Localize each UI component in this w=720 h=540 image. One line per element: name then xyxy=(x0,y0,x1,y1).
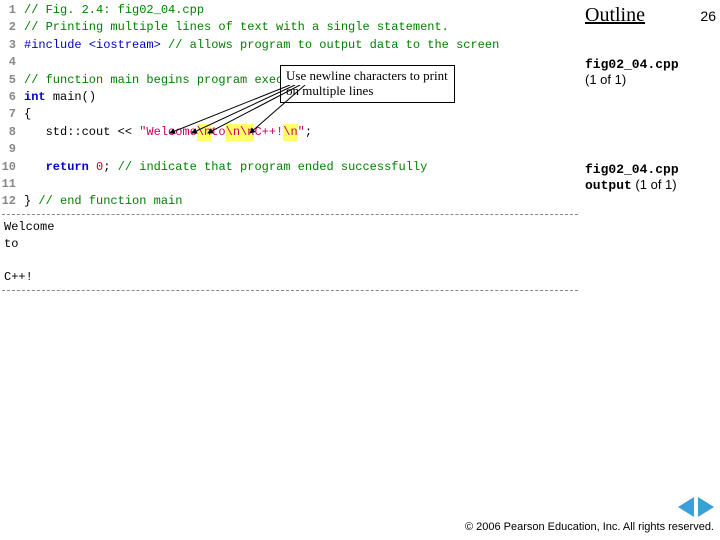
highlight-newline: \n xyxy=(197,124,211,141)
file-count: (1 of 1) xyxy=(585,72,716,87)
code-text: std::cout << xyxy=(24,124,139,141)
code-text: // allows program to output data to the … xyxy=(161,37,499,54)
code-text: // indicate that program ended successfu… xyxy=(118,159,428,176)
footer: © 2006 Pearson Education, Inc. All right… xyxy=(465,497,714,534)
code-line: 11 xyxy=(0,176,580,193)
next-slide-button[interactable] xyxy=(698,497,714,517)
code-text: C++! xyxy=(254,124,283,141)
line-number: 1 xyxy=(0,2,24,19)
code-text: 0 xyxy=(96,159,103,176)
code-text: ; xyxy=(103,159,117,176)
nav-buttons xyxy=(465,497,714,517)
code-text: <iostream> xyxy=(89,37,161,54)
code-text: to xyxy=(211,124,225,141)
program-output: Welcome to C++! xyxy=(2,214,578,291)
code-line: 8 std::cout << "Welcome\nto\n\nC++!\n"; xyxy=(0,124,580,141)
output-caption: fig02_04.cpp output (1 of 1) xyxy=(585,161,716,193)
code-line: 10 return 0; // indicate that program en… xyxy=(0,159,580,176)
file-caption: fig02_04.cpp (1 of 1) xyxy=(585,57,716,87)
code-line: 3 #include <iostream> // allows program … xyxy=(0,37,580,54)
line-number: 8 xyxy=(0,124,24,141)
code-text: // Fig. 2.4: fig02_04.cpp xyxy=(24,2,204,19)
line-number: 11 xyxy=(0,176,24,193)
code-text: { xyxy=(24,106,31,123)
line-number: 4 xyxy=(0,54,24,71)
code-line: 12 } // end function main xyxy=(0,193,580,210)
line-number: 6 xyxy=(0,89,24,106)
code-text: } xyxy=(24,193,38,210)
code-line: 9 xyxy=(0,141,580,158)
code-text: // end function main xyxy=(38,193,182,210)
highlight-newline: \n xyxy=(283,124,297,141)
code-line: 1 // Fig. 2.4: fig02_04.cpp xyxy=(0,2,580,19)
callout-note: Use newline characters to print on multi… xyxy=(280,65,455,103)
copyright-text: © 2006 Pearson Education, Inc. All right… xyxy=(465,521,714,534)
line-number: 10 xyxy=(0,159,24,176)
code-text: #include xyxy=(24,37,89,54)
code-text: return xyxy=(46,159,96,176)
code-text: // Printing multiple lines of text with … xyxy=(24,19,449,36)
highlight-newline: \n\n xyxy=(226,124,255,141)
line-number: 5 xyxy=(0,72,24,89)
line-number: 12 xyxy=(0,193,24,210)
line-number: 9 xyxy=(0,141,24,158)
prev-slide-button[interactable] xyxy=(678,497,694,517)
page-number: 26 xyxy=(700,8,716,24)
line-number: 2 xyxy=(0,19,24,36)
code-text: " xyxy=(298,124,305,141)
code-text: ; xyxy=(305,124,312,141)
code-text: "Welcome xyxy=(139,124,197,141)
code-text xyxy=(24,159,46,176)
code-line: 2 // Printing multiple lines of text wit… xyxy=(0,19,580,36)
line-number: 7 xyxy=(0,106,24,123)
code-text: // function main begins program executio… xyxy=(24,72,319,89)
file-name: fig02_04.cpp xyxy=(585,57,716,72)
code-line: 7 { xyxy=(0,106,580,123)
code-listing: 1 // Fig. 2.4: fig02_04.cpp 2 // Printin… xyxy=(0,0,580,211)
code-text: main() xyxy=(53,89,96,106)
outline-title: Outline xyxy=(585,4,645,27)
code-text: int xyxy=(24,89,53,106)
right-column: Outline 26 fig02_04.cpp (1 of 1) fig02_0… xyxy=(585,0,720,207)
output-count: (1 of 1) xyxy=(632,177,677,192)
line-number: 3 xyxy=(0,37,24,54)
outline-header: Outline 26 xyxy=(585,4,716,27)
